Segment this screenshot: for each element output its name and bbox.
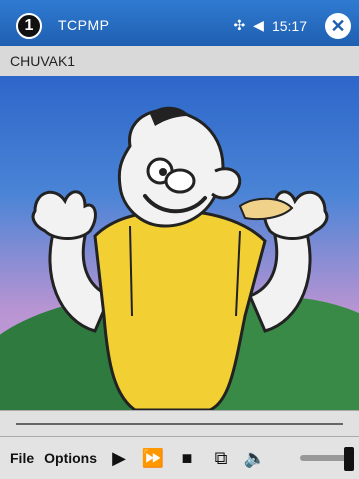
fast-forward-icon[interactable]: ⏩: [141, 446, 165, 470]
volume-icon[interactable]: ◀: [253, 17, 264, 34]
media-title: CHUVAK1: [10, 53, 76, 69]
media-title-bar: CHUVAK1: [0, 46, 359, 77]
app-title: TCPMP: [58, 17, 110, 33]
title-bar: 1 TCPMP ✣ ◀ 15:17 ✕: [0, 0, 359, 46]
signal-icon: ✣: [233, 17, 246, 33]
clock-time: 15:17: [271, 17, 307, 34]
stop-icon[interactable]: ■: [175, 446, 199, 470]
step-badge: 1: [16, 13, 42, 39]
file-menu[interactable]: File: [10, 450, 34, 466]
volume-slider-track[interactable]: [300, 455, 350, 461]
fullscreen-icon[interactable]: ⧉: [209, 446, 233, 470]
close-icon[interactable]: ✕: [325, 13, 351, 39]
seek-bar[interactable]: [0, 410, 359, 437]
seek-track[interactable]: [16, 423, 343, 425]
speaker-icon[interactable]: 🔈: [243, 446, 267, 470]
video-frame[interactable]: [0, 76, 359, 410]
cartoon-character: [31, 106, 329, 410]
play-icon[interactable]: ▶: [107, 446, 131, 470]
options-menu[interactable]: Options: [44, 450, 97, 466]
status-area: ✣ ◀ 15:17: [233, 17, 307, 34]
volume-slider-handle[interactable]: [344, 447, 354, 471]
